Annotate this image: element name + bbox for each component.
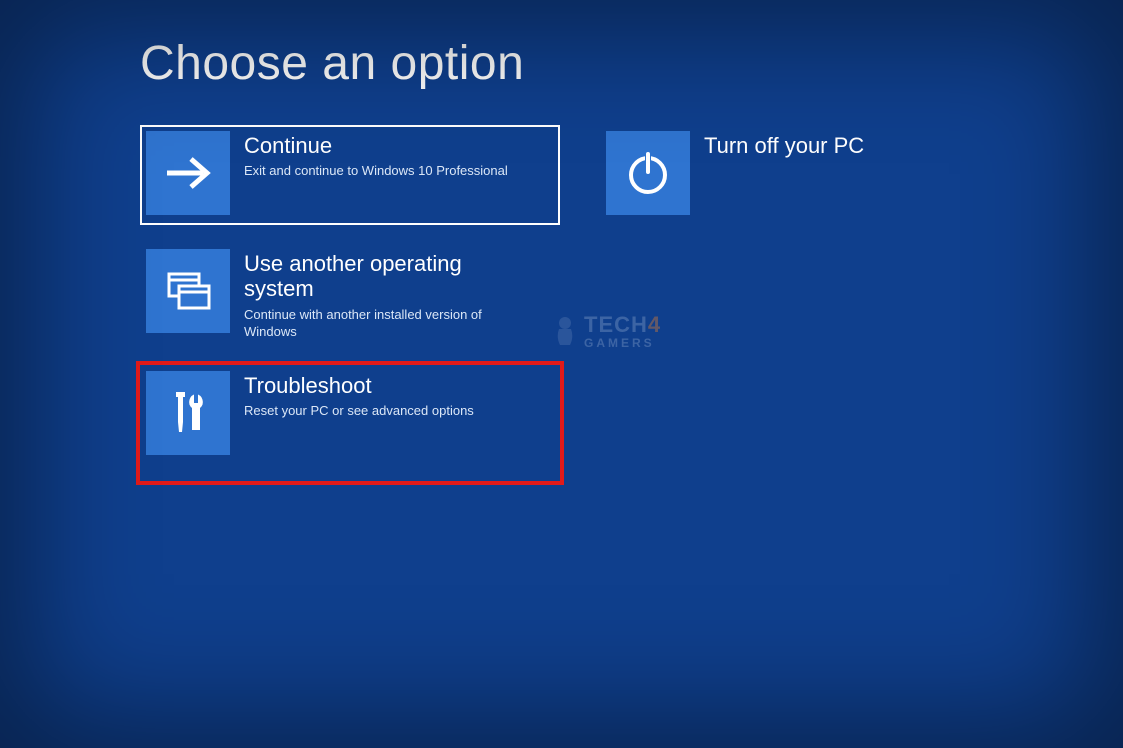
page-title: Choose an option xyxy=(140,36,1123,91)
windows-stack-icon xyxy=(146,249,230,333)
options-grid: Continue Exit and continue to Windows 10… xyxy=(140,125,1123,481)
arrow-right-icon xyxy=(146,131,230,215)
option-desc: Exit and continue to Windows 10 Professi… xyxy=(244,162,508,180)
turn-off-pc-option[interactable]: Turn off your PC xyxy=(600,125,1020,225)
tools-icon xyxy=(146,371,230,455)
power-icon xyxy=(606,131,690,215)
option-text: Continue Exit and continue to Windows 10… xyxy=(230,131,508,180)
option-title: Use another operating system xyxy=(244,251,530,302)
options-column-left: Continue Exit and continue to Windows 10… xyxy=(140,125,560,481)
option-title: Troubleshoot xyxy=(244,373,474,398)
option-text: Troubleshoot Reset your PC or see advanc… xyxy=(230,371,474,420)
continue-option[interactable]: Continue Exit and continue to Windows 10… xyxy=(140,125,560,225)
option-text: Turn off your PC xyxy=(690,131,864,162)
option-desc: Continue with another installed version … xyxy=(244,306,530,341)
option-title: Turn off your PC xyxy=(704,133,864,158)
option-desc: Reset your PC or see advanced options xyxy=(244,402,474,420)
option-text: Use another operating system Continue wi… xyxy=(230,249,530,341)
troubleshoot-option[interactable]: Troubleshoot Reset your PC or see advanc… xyxy=(140,365,560,481)
options-column-right: Turn off your PC xyxy=(600,125,1020,481)
option-title: Continue xyxy=(244,133,508,158)
use-another-os-option[interactable]: Use another operating system Continue wi… xyxy=(140,243,560,347)
recovery-screen: Choose an option Continue Exit and conti… xyxy=(0,0,1123,481)
